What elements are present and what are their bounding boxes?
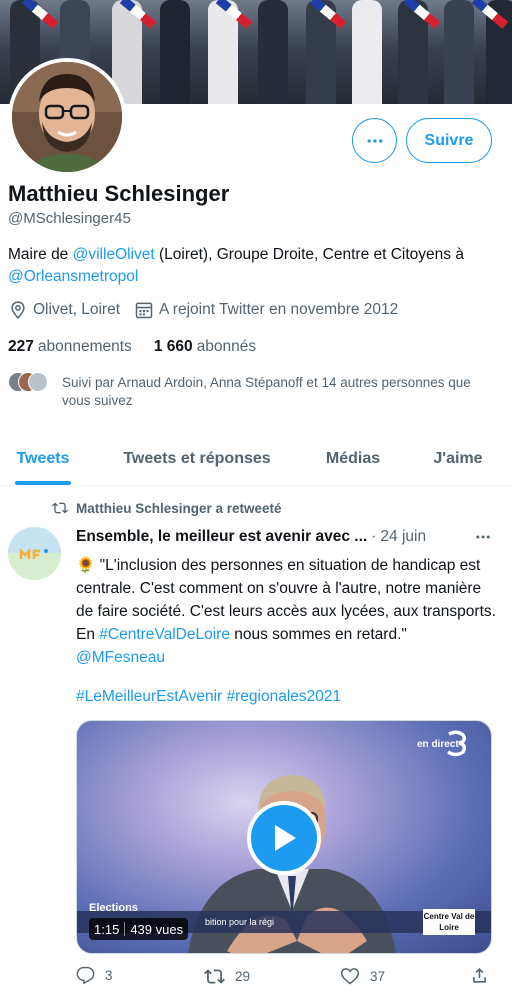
banner-figure	[258, 0, 288, 104]
retweet-context[interactable]: Matthieu Schlesinger a retweeté	[52, 500, 282, 516]
retweet-label: Matthieu Schlesinger a retweeté	[76, 500, 282, 516]
more-button[interactable]	[352, 118, 397, 163]
tweet-header: Ensemble, le meilleur est avenir avec ..…	[76, 528, 496, 546]
profile-handle: @MSchlesinger45	[8, 210, 131, 227]
tweet-text: 🌻 "L'inclusion des personnes en situatio…	[76, 554, 496, 669]
tweet-separator: ·	[371, 528, 377, 545]
tab-likes[interactable]: J'aime	[398, 432, 512, 485]
like-count: 37	[370, 968, 386, 984]
more-icon	[476, 535, 490, 539]
profile-name: Matthieu Schlesinger	[8, 181, 230, 206]
tweet-hashtags: #LeMeilleurEstAvenir #regionales2021	[76, 685, 341, 708]
joined-text: A rejoint Twitter en novembre 2012	[159, 301, 399, 318]
play-button[interactable]	[247, 801, 321, 875]
follow-button[interactable]: Suivre	[406, 118, 492, 163]
play-icon	[275, 825, 296, 851]
location-pin-icon	[8, 300, 28, 320]
tweet-author-avatar[interactable]	[8, 527, 61, 580]
retweet-icon	[52, 502, 68, 514]
avatar-portrait	[12, 62, 122, 172]
follow-counts: 227 abonnements 1 660 abonnés	[8, 338, 278, 356]
tweet-actions: 3 29 37	[76, 966, 496, 992]
followed-by-text: Suivi par Arnaud Ardoin, Anna Stépanoff …	[62, 375, 471, 408]
followers-count: 1 660	[153, 338, 193, 355]
chyron-text: bition pour la régi	[205, 917, 275, 927]
tweet-more-button[interactable]	[472, 526, 494, 548]
tab-label: J'aime	[433, 449, 483, 467]
profile-bio: Maire de @villeOlivet (Loiret), Groupe D…	[8, 244, 498, 288]
tab-label: Tweets	[16, 449, 70, 467]
bio-text: Maire de	[8, 246, 73, 263]
following-label: abonnements	[37, 338, 132, 355]
retweet-button[interactable]: 29	[204, 966, 250, 987]
tab-media[interactable]: Médias	[308, 432, 398, 485]
video-stats-badge: 1:15 439 vues	[89, 918, 189, 940]
followed-by-avatars	[8, 372, 54, 394]
retweet-count: 29	[235, 969, 251, 984]
tab-label: Tweets et réponses	[123, 449, 271, 467]
banner-figure	[444, 0, 474, 104]
following-count: 227	[8, 338, 34, 355]
mention-link[interactable]: @MFesneau	[76, 649, 165, 666]
tab-label: Médias	[325, 449, 381, 467]
video-views: 439 vues	[130, 921, 184, 937]
profile-tabs: Tweets Tweets et réponses Médias J'aime	[0, 432, 512, 486]
retweet-icon	[204, 969, 225, 984]
followed-by[interactable]: Suivi par Arnaud Ardoin, Anna Stépanoff …	[8, 372, 471, 408]
bio-text: (Loiret), Groupe Droite, Centre et Citoy…	[154, 246, 464, 263]
reply-button[interactable]: 3	[76, 966, 113, 985]
channel-box: Centre Val de Loire	[423, 909, 475, 935]
badge-divider	[124, 922, 126, 936]
reply-count: 3	[105, 968, 113, 983]
followers-link[interactable]: 1 660 abonnés	[154, 338, 256, 356]
share-icon	[473, 968, 486, 983]
bio-mention-link[interactable]: @villeOlivet	[73, 246, 155, 263]
avatar	[28, 372, 48, 392]
more-icon	[367, 138, 382, 143]
profile-meta: Olivet, Loiret A rejoint Twitter en nove…	[8, 300, 412, 320]
tab-tweets-replies[interactable]: Tweets et réponses	[86, 432, 308, 485]
like-button[interactable]: 37	[340, 966, 385, 986]
author-logo-icon	[8, 527, 61, 580]
video-duration: 1:15	[94, 921, 120, 937]
tab-tweets[interactable]: Tweets	[0, 432, 86, 485]
chyron-title: Elections	[89, 902, 138, 914]
heart-icon	[340, 968, 360, 985]
hashtag-link[interactable]: #LeMeilleurEstAvenir	[76, 688, 222, 705]
reply-icon	[76, 966, 95, 985]
profile-location: Olivet, Loiret	[8, 300, 120, 320]
active-tab-indicator	[15, 481, 71, 485]
hashtag-link[interactable]: #regionales2021	[227, 688, 342, 705]
banner-figure	[352, 0, 382, 104]
banner-figure	[160, 0, 190, 104]
followers-label: abonnés	[196, 338, 257, 355]
tweet-author-name[interactable]: Ensemble, le meilleur est avenir avec ..…	[76, 528, 367, 546]
tweet-body: nous sommes en retard."	[229, 626, 407, 643]
tweet-video[interactable]: en direct Elections bition pour la régi …	[76, 720, 492, 954]
tweet-date[interactable]: 24 juin	[380, 528, 426, 546]
following-link[interactable]: 227 abonnements	[8, 338, 132, 356]
bio-mention-link[interactable]: @Orleansmetropol	[8, 268, 138, 285]
location-text: Olivet, Loiret	[33, 301, 121, 318]
profile-joined: A rejoint Twitter en novembre 2012	[134, 300, 398, 320]
channel-logo-icon	[447, 730, 467, 757]
profile-avatar[interactable]	[8, 58, 126, 176]
share-button[interactable]	[470, 966, 499, 985]
hashtag-link[interactable]: #CentreValDeLoire	[99, 626, 230, 643]
calendar-icon	[134, 300, 154, 320]
